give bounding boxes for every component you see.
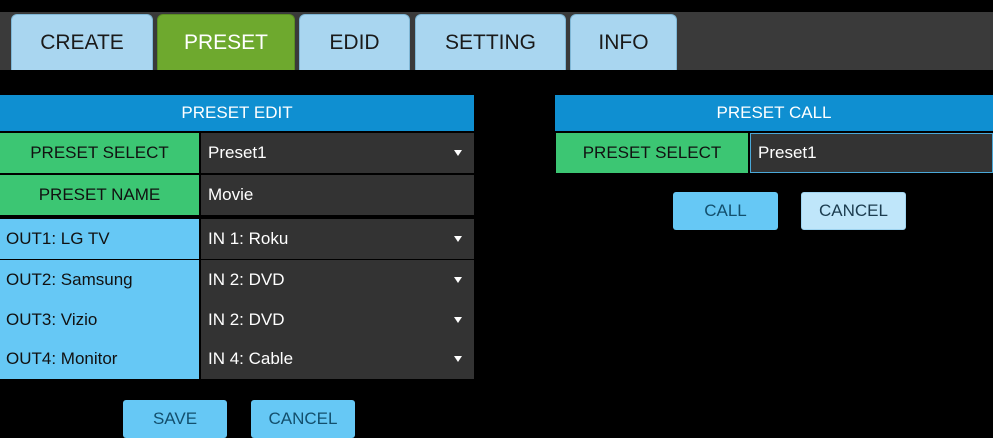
preset-name-label: PRESET NAME bbox=[0, 175, 199, 215]
call-preset-select-dropdown[interactable]: Preset1 bbox=[750, 133, 993, 173]
output-select-2[interactable]: IN 2: DVD bbox=[201, 260, 474, 300]
call-preset-select-label: PRESET SELECT bbox=[556, 133, 748, 173]
output-label-3: OUT3: Vizio bbox=[0, 300, 199, 340]
output-select-1[interactable]: IN 1: Roku bbox=[201, 219, 474, 259]
tab-edid[interactable]: EDID bbox=[299, 14, 410, 70]
preset-edit-header: PRESET EDIT bbox=[0, 95, 474, 131]
chevron-down-icon bbox=[454, 277, 462, 283]
tab-setting[interactable]: SETTING bbox=[415, 14, 566, 70]
output-value-1: IN 1: Roku bbox=[208, 229, 289, 248]
preset-select-value: Preset1 bbox=[208, 143, 267, 162]
chevron-down-icon bbox=[454, 236, 462, 242]
chevron-down-icon bbox=[454, 356, 462, 362]
tab-create[interactable]: CREATE bbox=[11, 14, 153, 70]
output-value-2: IN 2: DVD bbox=[208, 270, 285, 289]
tab-preset[interactable]: PRESET bbox=[157, 14, 295, 70]
preset-select-label: PRESET SELECT bbox=[0, 133, 199, 173]
cancel-edit-button[interactable]: CANCEL bbox=[251, 400, 355, 438]
output-value-4: IN 4: Cable bbox=[208, 349, 294, 368]
chevron-down-icon bbox=[454, 150, 462, 156]
preset-name-input[interactable]: Movie bbox=[201, 175, 474, 215]
preset-name-value: Movie bbox=[208, 185, 254, 204]
save-button[interactable]: SAVE bbox=[123, 400, 227, 438]
output-label-1: OUT1: LG TV bbox=[0, 219, 199, 259]
call-button[interactable]: CALL bbox=[673, 192, 778, 230]
output-value-3: IN 2: DVD bbox=[208, 310, 285, 329]
output-label-2: OUT2: Samsung bbox=[0, 260, 199, 300]
output-select-4[interactable]: IN 4: Cable bbox=[201, 339, 474, 379]
tab-info[interactable]: INFO bbox=[570, 14, 677, 70]
preset-select-dropdown[interactable]: Preset1 bbox=[201, 133, 474, 173]
chevron-down-icon bbox=[454, 317, 462, 323]
call-preset-select-value: Preset1 bbox=[758, 143, 817, 162]
cancel-call-button[interactable]: CANCEL bbox=[801, 192, 906, 230]
preset-call-header: PRESET CALL bbox=[555, 95, 993, 131]
output-select-3[interactable]: IN 2: DVD bbox=[201, 300, 474, 340]
output-label-4: OUT4: Monitor bbox=[0, 339, 199, 379]
